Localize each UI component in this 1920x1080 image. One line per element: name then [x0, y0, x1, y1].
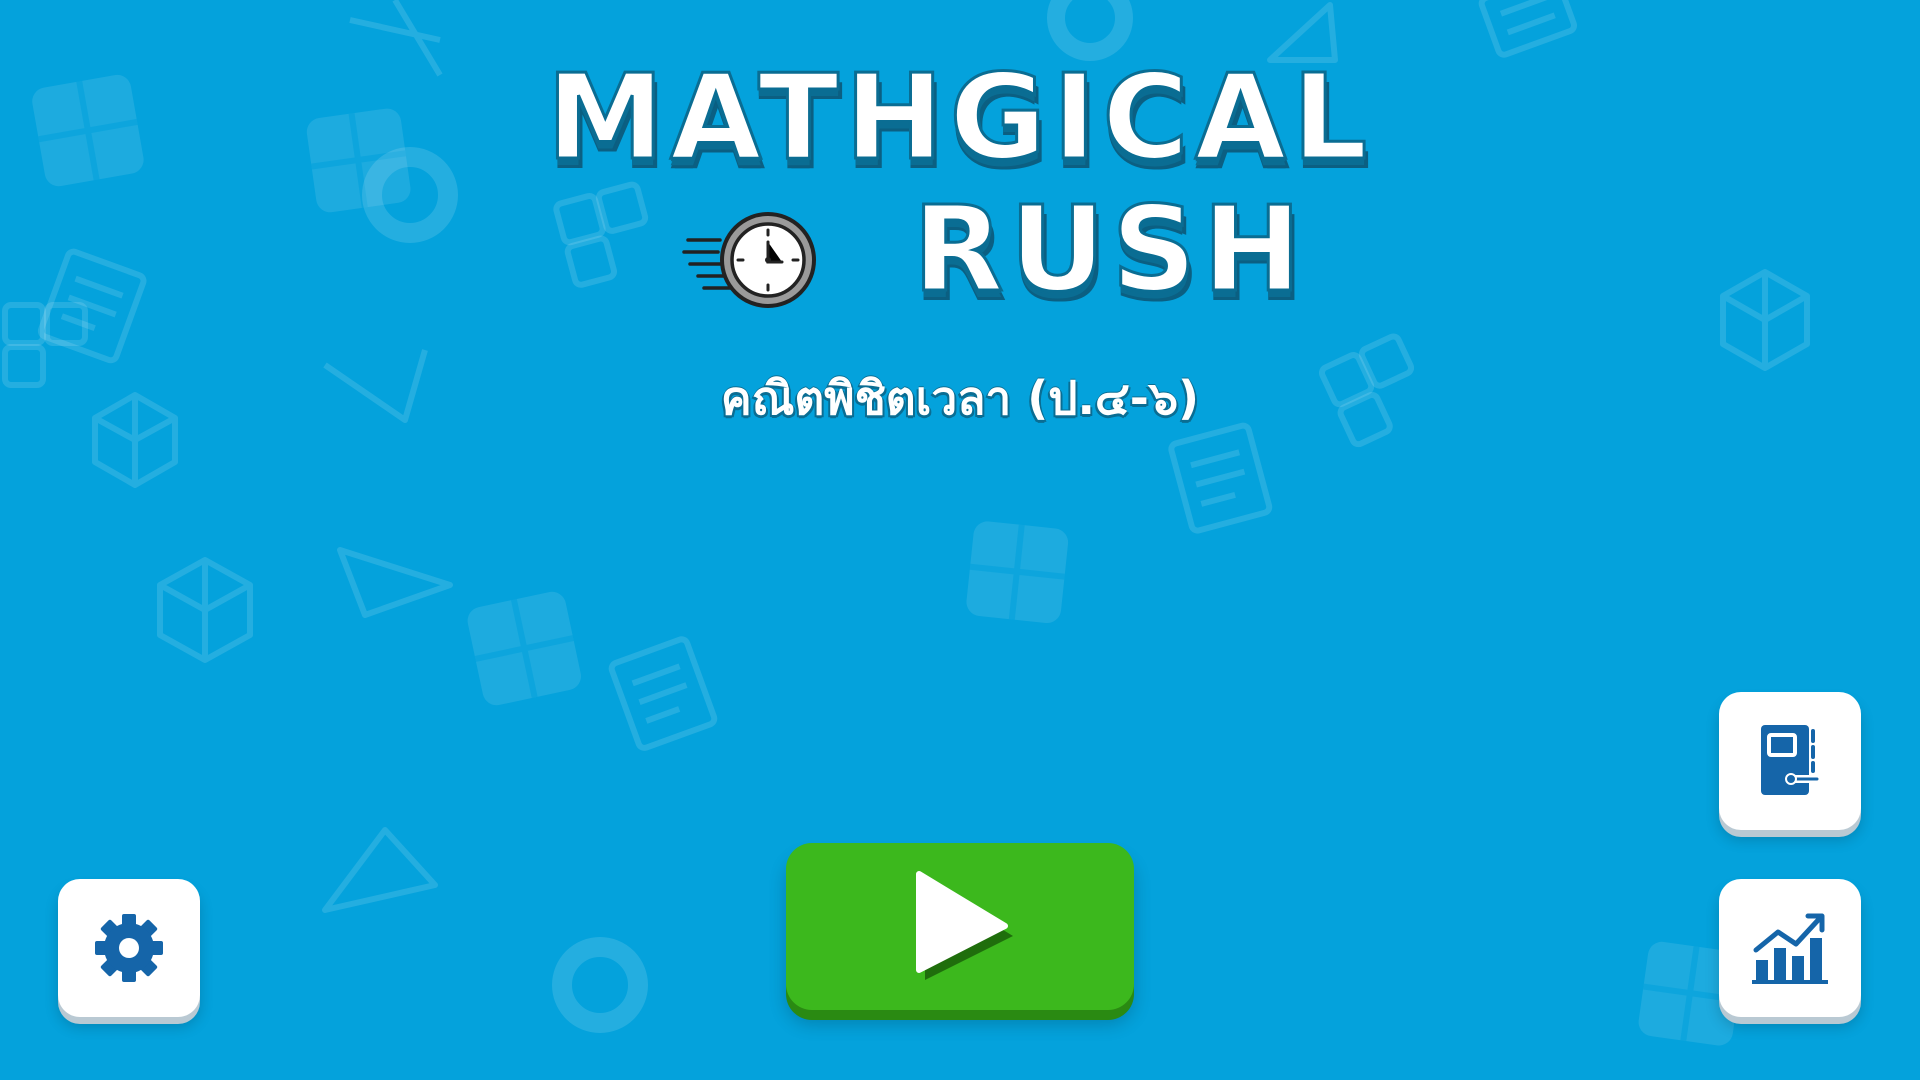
book-icon [1761, 725, 1821, 795]
game-title-line-2: RUSH [911, 180, 1308, 318]
chart-icon [1752, 913, 1828, 984]
play-button[interactable] [786, 843, 1134, 1010]
game-subtitle: คณิตพิชิตเวลา (ป.๔-๖) [720, 371, 1200, 425]
game-logo: MATHGICAL RUSH คณิตพิชิตเวลา (ป.๔-๖) [0, 40, 1920, 426]
settings-button[interactable] [58, 879, 200, 1017]
gear-icon [95, 914, 163, 982]
game-title-line-1: MATHGICAL [545, 48, 1374, 186]
guide-book-button[interactable] [1719, 692, 1861, 830]
play-icon [916, 870, 1013, 980]
statistics-button[interactable] [1719, 879, 1861, 1017]
